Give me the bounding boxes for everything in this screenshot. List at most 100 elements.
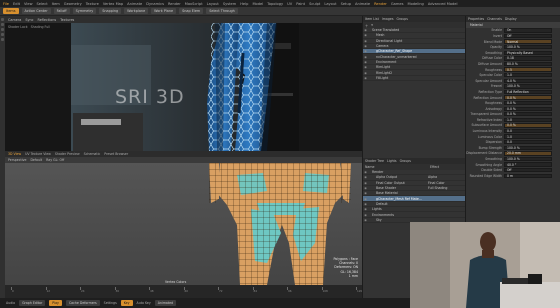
bottom-key[interactable]: Key — [120, 300, 133, 306]
tool-icon[interactable] — [1, 33, 4, 36]
property-value-field[interactable]: 0.0 % — [504, 112, 552, 117]
toolbar-button-workplane[interactable]: Workplane — [124, 8, 149, 14]
property-value-field[interactable]: 100.0 % — [504, 156, 552, 162]
property-value-field[interactable]: 0.5 — [504, 67, 552, 72]
menu-item-maxscript[interactable]: MaxScript — [185, 2, 203, 6]
menu-item-system[interactable]: System — [223, 2, 236, 6]
viewport-sub-option[interactable]: Shader Lock — [8, 25, 28, 29]
viewport-option-reflections[interactable]: Reflections — [38, 18, 57, 22]
tool-icon[interactable] — [1, 38, 4, 41]
property-value-field[interactable]: Normal — [504, 39, 552, 44]
layout-tab-layout[interactable]: Layout — [324, 2, 336, 6]
layout-tab-render[interactable]: Render — [374, 2, 387, 6]
viewport-sub-option[interactable]: Shading Full — [31, 25, 50, 29]
menu-item-select[interactable]: Select — [37, 2, 48, 6]
filter-icon[interactable]: ▾ — [371, 23, 373, 27]
property-value-field[interactable]: 40.0 ° — [504, 162, 552, 167]
property-value-field[interactable]: 100.0 % — [504, 145, 552, 151]
toolbar-button-snap-elem[interactable]: Snap Elem — [179, 8, 204, 14]
property-value-field[interactable]: 1.0 — [504, 72, 552, 78]
property-value-field[interactable]: 0.18 — [504, 56, 552, 61]
property-value-field[interactable]: 20.0 mm — [504, 151, 552, 156]
tab-schematic[interactable]: Schematic — [84, 152, 101, 156]
toolbar-button-work-plane[interactable]: Work Plane — [151, 8, 177, 14]
property-value-field[interactable]: 80.0 % — [504, 61, 552, 67]
tab-preset-browser[interactable]: Preset Browser — [104, 152, 128, 156]
bottom-auto-key[interactable]: Auto Key — [137, 301, 151, 305]
bottom-settings[interactable]: Settings — [104, 301, 117, 305]
viewport-bottom-option[interactable]: Ray GL: Off — [46, 158, 64, 162]
bottom-audio[interactable]: Audio — [6, 301, 15, 305]
timeline[interactable]: 0 12 24 36 48 60 72 84 96 108 120 — [5, 285, 362, 298]
tab-3d-view[interactable]: 3D View — [8, 152, 21, 156]
property-value-field[interactable]: 100.0 % — [504, 84, 552, 89]
menu-item-render[interactable]: Render — [168, 2, 181, 6]
viewport-option-sync[interactable]: Sync — [25, 18, 33, 22]
property-value-field[interactable]: 1.0 — [504, 117, 552, 123]
properties-tab[interactable]: Channels — [487, 17, 502, 21]
menu-item-vertex-map[interactable]: Vertex Map — [103, 2, 123, 6]
property-value-field[interactable]: 0 m — [504, 173, 552, 179]
bottom-graph-editor[interactable]: Graph Editor — [19, 300, 46, 306]
properties-tab[interactable]: Properties — [468, 17, 484, 21]
item-list-tab[interactable]: Groups — [397, 17, 408, 21]
layout-tab-paint[interactable]: Paint — [296, 2, 305, 6]
menu-item-edit[interactable]: Edit — [13, 2, 20, 6]
viewport-option-textures[interactable]: Textures — [60, 18, 74, 22]
bottom-animated[interactable]: Animated — [154, 300, 177, 306]
shader-tree-tab[interactable]: Groups — [400, 159, 411, 163]
menu-item-help[interactable]: Help — [240, 2, 248, 6]
toolbar-button-symmetry[interactable]: Symmetry — [72, 8, 97, 14]
item-list-row[interactable]: ◉ FillLight — [363, 76, 465, 81]
toolbar-button-falloff[interactable]: Falloff — [53, 8, 70, 14]
property-value-field[interactable]: Full Reflection — [504, 89, 552, 95]
viewport-bottom-option[interactable]: Default — [30, 158, 42, 162]
layout-tab-sculpt[interactable]: Sculpt — [309, 2, 320, 6]
property-value-field[interactable]: 0.0 — [504, 128, 552, 134]
layout-tab-animate[interactable]: Animate — [355, 2, 370, 6]
menu-item-dynamics[interactable]: Dynamics — [146, 2, 164, 6]
viewport-option-camera[interactable]: Camera — [8, 18, 21, 22]
layout-tab-games[interactable]: Games — [391, 2, 404, 6]
property-value-field[interactable]: 1.0 — [504, 134, 552, 139]
shader-tree-tab[interactable]: Lights — [387, 159, 397, 163]
bottom-play[interactable]: Play — [49, 300, 62, 306]
layout-tab-model[interactable]: Model — [252, 2, 263, 6]
viewport-bottom-option[interactable]: Perspective — [8, 158, 26, 162]
menu-item-animate[interactable]: Animate — [127, 2, 142, 6]
viewport-bottom[interactable]: 3D View UV Texture View Shader Preview Sche… — [5, 151, 362, 298]
item-list-tab[interactable]: Images — [382, 17, 394, 21]
toolbar-button-items[interactable]: Items — [3, 8, 19, 14]
property-value-field[interactable]: 0.0 % — [504, 95, 552, 100]
shader-tree-tab[interactable]: Shader Tree — [365, 159, 384, 163]
property-value-field[interactable]: 0.0 % — [504, 100, 552, 106]
property-value-field[interactable]: 0.0 — [504, 140, 552, 145]
menu-item-layout[interactable]: Layout — [207, 2, 219, 6]
layout-tab-modeling[interactable]: Modeling — [407, 2, 423, 6]
property-value-field[interactable]: Physically Based — [504, 50, 552, 55]
layout-tab-setup[interactable]: Setup — [341, 2, 351, 6]
property-value-field[interactable]: 0.0 % — [504, 106, 552, 111]
tool-icon[interactable] — [1, 18, 4, 21]
property-value-field[interactable]: On — [504, 28, 552, 33]
tab-uv-texture-view[interactable]: UV Texture View — [25, 152, 51, 156]
property-value-field[interactable]: 0.0 % — [504, 123, 552, 128]
menu-item-texture[interactable]: Texture — [86, 2, 99, 6]
item-list-tab[interactable]: Item List — [365, 17, 379, 21]
viewport-top[interactable]: Camera Sync Reflections Textures Shader Loc… — [5, 16, 362, 151]
menu-item-item[interactable]: Item — [52, 2, 60, 6]
toolbar-button-action-center[interactable]: Action Center — [21, 8, 51, 14]
bottom-cache-deformers[interactable]: Cache Deformers — [65, 300, 100, 306]
property-value-field[interactable]: Off — [504, 33, 552, 39]
layout-tab-advanced-model[interactable]: Advanced Model — [428, 2, 458, 6]
tool-icon[interactable] — [1, 23, 4, 26]
property-value-field[interactable]: Off — [504, 168, 552, 173]
property-value-field[interactable]: 4.0 % — [504, 78, 552, 83]
tab-shader-preview[interactable]: Shader Preview — [55, 152, 80, 156]
property-value-field[interactable]: 100.0 % — [504, 44, 552, 50]
menu-item-geometry[interactable]: Geometry — [64, 2, 82, 6]
menu-item-file[interactable]: File — [3, 2, 9, 6]
menu-item-view[interactable]: View — [24, 2, 33, 6]
layout-tab-topology[interactable]: Topology — [267, 2, 283, 6]
toolbar-button-snapping[interactable]: Snapping — [99, 8, 122, 14]
